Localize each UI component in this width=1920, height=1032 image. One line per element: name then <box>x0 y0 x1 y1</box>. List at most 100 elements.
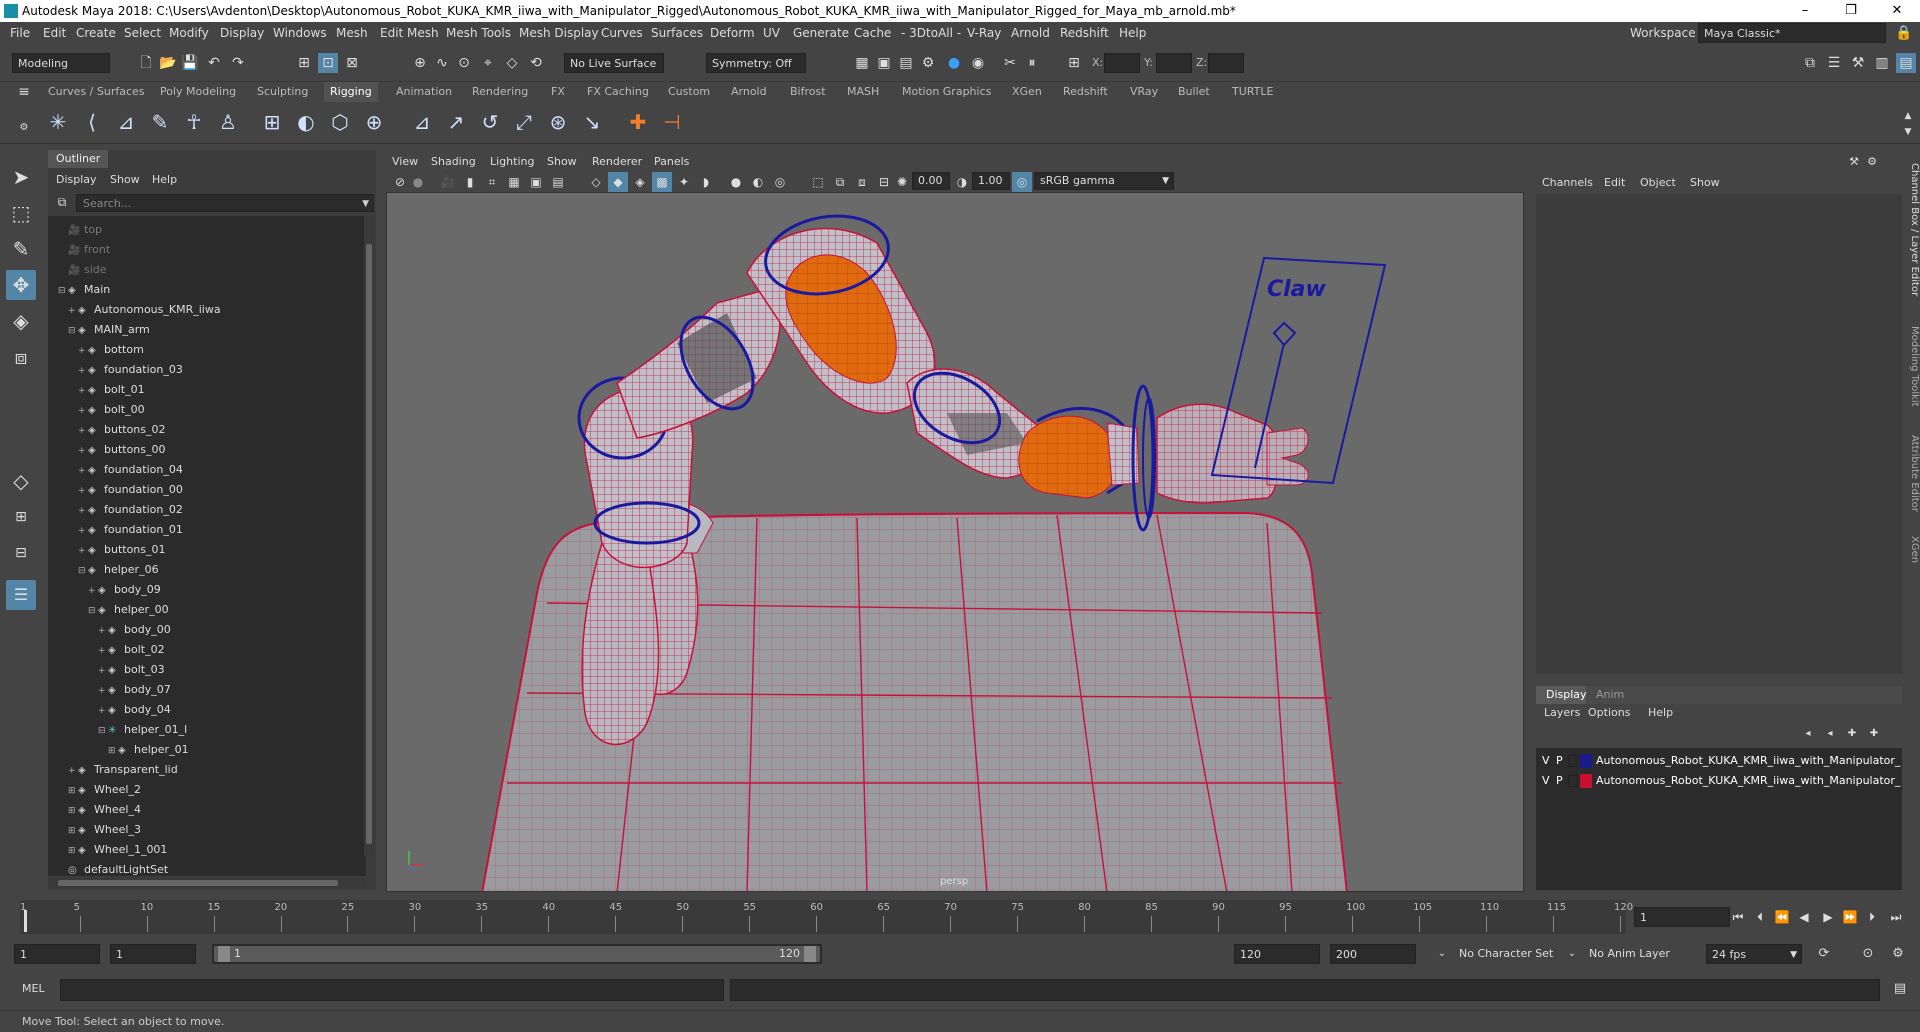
wireframe-icon[interactable]: ◇ <box>586 172 606 192</box>
menu-mesh-display[interactable]: Mesh Display <box>519 22 599 44</box>
channel-menu-object[interactable]: Object <box>1640 174 1676 192</box>
select-hierarchy-icon[interactable]: ⊞ <box>294 53 314 73</box>
new-layer-icon[interactable]: ✚ <box>1842 724 1862 744</box>
wireframe-on-shaded-icon[interactable]: ◈ <box>630 172 650 192</box>
aim-constraint-icon[interactable]: ↗ <box>442 108 470 136</box>
scale-tool-icon[interactable]: ⧈ <box>6 342 36 372</box>
lattice-icon[interactable]: ⬡ <box>326 108 354 136</box>
outliner-item[interactable]: + ◈ buttons_01 <box>78 540 166 560</box>
expand-toggle-icon[interactable]: + <box>68 761 78 781</box>
scene-canvas[interactable]: Claw persp <box>387 193 1524 892</box>
scale-constraint-icon[interactable]: ⤢ <box>510 108 538 136</box>
outliner-item[interactable]: + ◈ bolt_01 <box>78 380 145 400</box>
camera-select-icon[interactable]: ⊘ <box>390 172 410 192</box>
menu-select[interactable]: Select <box>124 22 161 44</box>
outliner-item[interactable]: ◎ defaultLightSet <box>58 860 168 876</box>
snap-point-icon[interactable]: ⊙ <box>454 53 474 73</box>
view-transform-dropdown[interactable]: sRGB gamma ▼ <box>1034 172 1174 190</box>
outliner-item[interactable]: + ◈ bolt_02 <box>98 640 165 660</box>
tab-poly-modeling[interactable]: Poly Modeling <box>160 82 236 102</box>
outliner-item[interactable]: + ◈ bolt_03 <box>98 660 165 680</box>
menu-file[interactable]: File <box>10 22 30 44</box>
outliner-item[interactable]: + ◈ bottom <box>78 340 144 360</box>
outliner-vscrollbar[interactable] <box>364 216 374 856</box>
layer-menu-options[interactable]: Options <box>1588 704 1630 722</box>
outliner-search-input[interactable]: Search... ▼ <box>76 194 374 212</box>
set-driven-key-icon[interactable]: ⊣ <box>658 108 686 136</box>
pause-icon[interactable]: ⏸ <box>1022 53 1042 73</box>
outliner-hscroll-thumb[interactable] <box>58 880 338 886</box>
menu-curves[interactable]: Curves <box>601 22 643 44</box>
layer-color-swatch[interactable] <box>1580 774 1592 788</box>
character-set-icon[interactable]: ⌄ <box>1432 944 1452 964</box>
menu-3dtoall[interactable]: - 3DtoAll - <box>901 22 961 44</box>
mode-dropdown[interactable]: Modeling <box>12 53 110 73</box>
gripper[interactable] <box>1156 403 1309 504</box>
layer-menu-layers[interactable]: Layers <box>1544 704 1580 722</box>
workspace-dropdown[interactable]: Maya Classic* <box>1698 23 1886 43</box>
outliner-item[interactable]: + ◈ body_09 <box>88 580 161 600</box>
play-backwards-icon[interactable]: ◀ <box>1794 907 1814 927</box>
channel-menu-show[interactable]: Show <box>1690 174 1720 192</box>
joint-tool-icon[interactable]: ✳ <box>44 108 72 136</box>
playback-end-field[interactable]: 120 <box>1234 944 1320 964</box>
paint-select-icon[interactable]: ✎ <box>6 234 36 264</box>
undo-icon[interactable]: ↶ <box>204 53 224 73</box>
menu-create[interactable]: Create <box>76 22 116 44</box>
tool-settings-icon[interactable]: ⚒ <box>1848 53 1868 73</box>
outliner-item[interactable]: + ◈ foundation_02 <box>78 500 183 520</box>
outliner-item[interactable]: ⊞ ◈ Wheel_3 <box>68 820 141 840</box>
film-gate-icon[interactable]: ▣ <box>526 172 546 192</box>
anim-layer-icon[interactable]: ⌄ <box>1562 944 1582 964</box>
lock-icon[interactable]: 🔒 <box>1894 23 1914 43</box>
layer-editor-icon[interactable]: ▤ <box>1896 53 1916 73</box>
outliner-item[interactable]: + ◈ body_04 <box>98 700 171 720</box>
tab-sculpting[interactable]: Sculpting <box>257 82 308 102</box>
outliner-layout-icon[interactable]: ☰ <box>6 580 36 610</box>
range-bar[interactable]: 1 120 <box>212 944 822 964</box>
ambient-occlusion-icon[interactable]: ● <box>726 172 746 192</box>
bind-skin-icon[interactable]: ⊞ <box>258 108 286 136</box>
expand-toggle-icon[interactable]: + <box>78 401 88 421</box>
transform-mode-icon[interactable]: ⊞ <box>1064 53 1084 73</box>
open-scene-icon[interactable]: 📂 <box>158 53 178 73</box>
tab-redshift[interactable]: Redshift <box>1063 82 1108 102</box>
menu-edit-mesh[interactable]: Edit Mesh <box>380 22 439 44</box>
snap-grid-icon[interactable]: ⊕ <box>410 53 430 73</box>
gamma-icon[interactable]: ◑ <box>952 172 972 192</box>
current-time-marker[interactable] <box>24 910 27 932</box>
grid-icon[interactable]: ▦ <box>504 172 524 192</box>
tab-mash[interactable]: MASH <box>847 82 879 102</box>
shelf-settings-icon[interactable]: ⚙ <box>14 118 34 138</box>
expand-toggle-icon[interactable]: + <box>78 381 88 401</box>
expand-toggle-icon[interactable]: + <box>78 521 88 541</box>
outliner-item[interactable]: 🎥 side <box>58 260 107 280</box>
go-to-end-icon[interactable]: ⏭ <box>1886 907 1906 927</box>
range-end-grip-icon[interactable] <box>804 946 816 962</box>
anim-layer-dropdown[interactable]: No Anim Layer <box>1584 944 1684 964</box>
layer-visibility-toggle[interactable]: V <box>1542 752 1550 770</box>
attribute-editor-icon[interactable]: ☰ <box>1824 53 1844 73</box>
image-plane-icon[interactable]: ⌗ <box>482 172 502 192</box>
tab-arnold[interactable]: Arnold <box>731 82 767 102</box>
single-view-icon[interactable]: ◇ <box>6 466 36 496</box>
motion-blur-icon[interactable]: ◐ <box>748 172 768 192</box>
redshift-icon[interactable]: ✂ <box>1000 53 1020 73</box>
side-tab-channel-box[interactable]: Channel Box / Layer Editor <box>1902 160 1920 300</box>
close-button[interactable]: ✕ <box>1874 0 1920 22</box>
layer-playback-toggle[interactable]: P <box>1556 772 1563 790</box>
viewport-menu-show[interactable]: Show <box>547 152 577 172</box>
humanik-icon[interactable]: ♙ <box>214 108 242 136</box>
tab-xgen[interactable]: XGen <box>1012 82 1042 102</box>
animation-prefs-icon[interactable]: ⚙ <box>1888 944 1908 964</box>
menu-redshift[interactable]: Redshift <box>1060 22 1109 44</box>
outliner-item[interactable]: + ◈ foundation_00 <box>78 480 183 500</box>
snap-curve-icon[interactable]: ∿ <box>432 53 452 73</box>
expand-toggle-icon[interactable]: + <box>98 701 108 721</box>
outliner-item[interactable]: ⊟ ◈ helper_00 <box>88 600 169 620</box>
expand-toggle-icon[interactable]: ⊞ <box>68 841 78 861</box>
tab-curves-surfaces[interactable]: Curves / Surfaces <box>48 82 145 102</box>
move-layer-down-icon[interactable]: ◂ <box>1820 724 1840 744</box>
camera-lock-icon[interactable]: ● <box>408 172 428 192</box>
tab-turtle[interactable]: TURTLE <box>1232 82 1273 102</box>
